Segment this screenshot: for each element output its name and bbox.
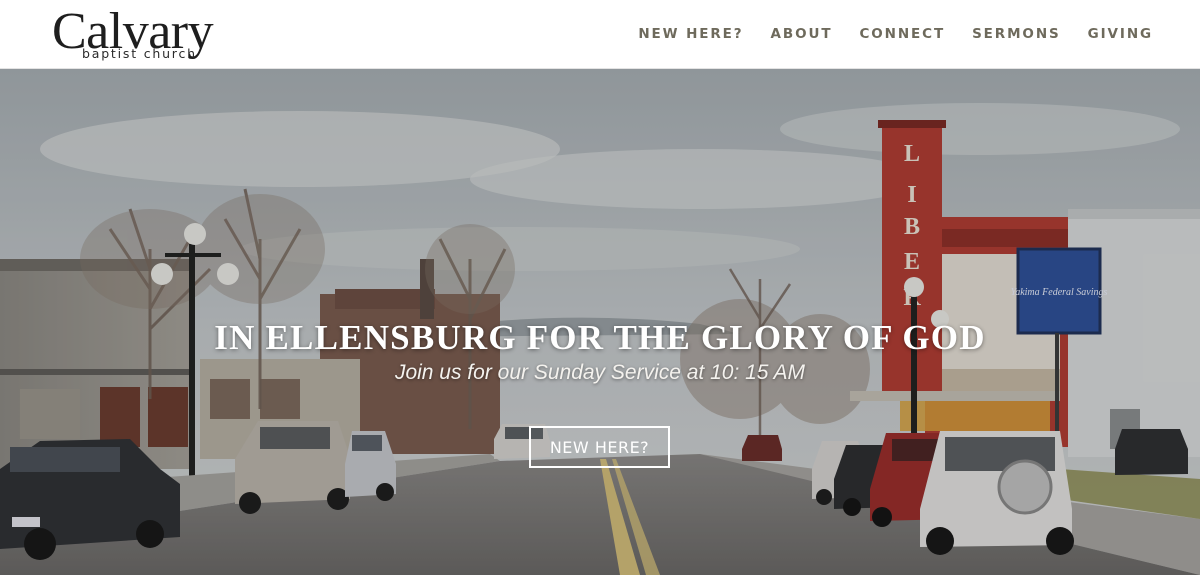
church-logo[interactable]: Calvary baptist church (52, 2, 242, 64)
hero-title: IN ELLENSBURG FOR THE GLORY OF GOD (214, 318, 986, 357)
hero-banner: L I B E R Yakima Federal Savings (0, 69, 1200, 575)
hero-subtitle: Join us for our Sunday Service at 10: 15… (394, 361, 806, 384)
nav-connect[interactable]: CONNECT (859, 24, 945, 44)
main-nav: NEW HERE? ABOUT CONNECT SERMONS GIVING (611, 24, 1153, 44)
new-here-button[interactable]: NEW HERE? (529, 426, 670, 468)
logo-subtitle: baptist church (82, 46, 197, 61)
nav-sermons[interactable]: SERMONS (972, 24, 1061, 44)
nav-giving[interactable]: GIVING (1088, 24, 1153, 44)
site-header: Calvary baptist church NEW HERE? ABOUT C… (0, 0, 1200, 69)
nav-about[interactable]: ABOUT (771, 24, 833, 44)
nav-new-here[interactable]: NEW HERE? (638, 24, 743, 44)
